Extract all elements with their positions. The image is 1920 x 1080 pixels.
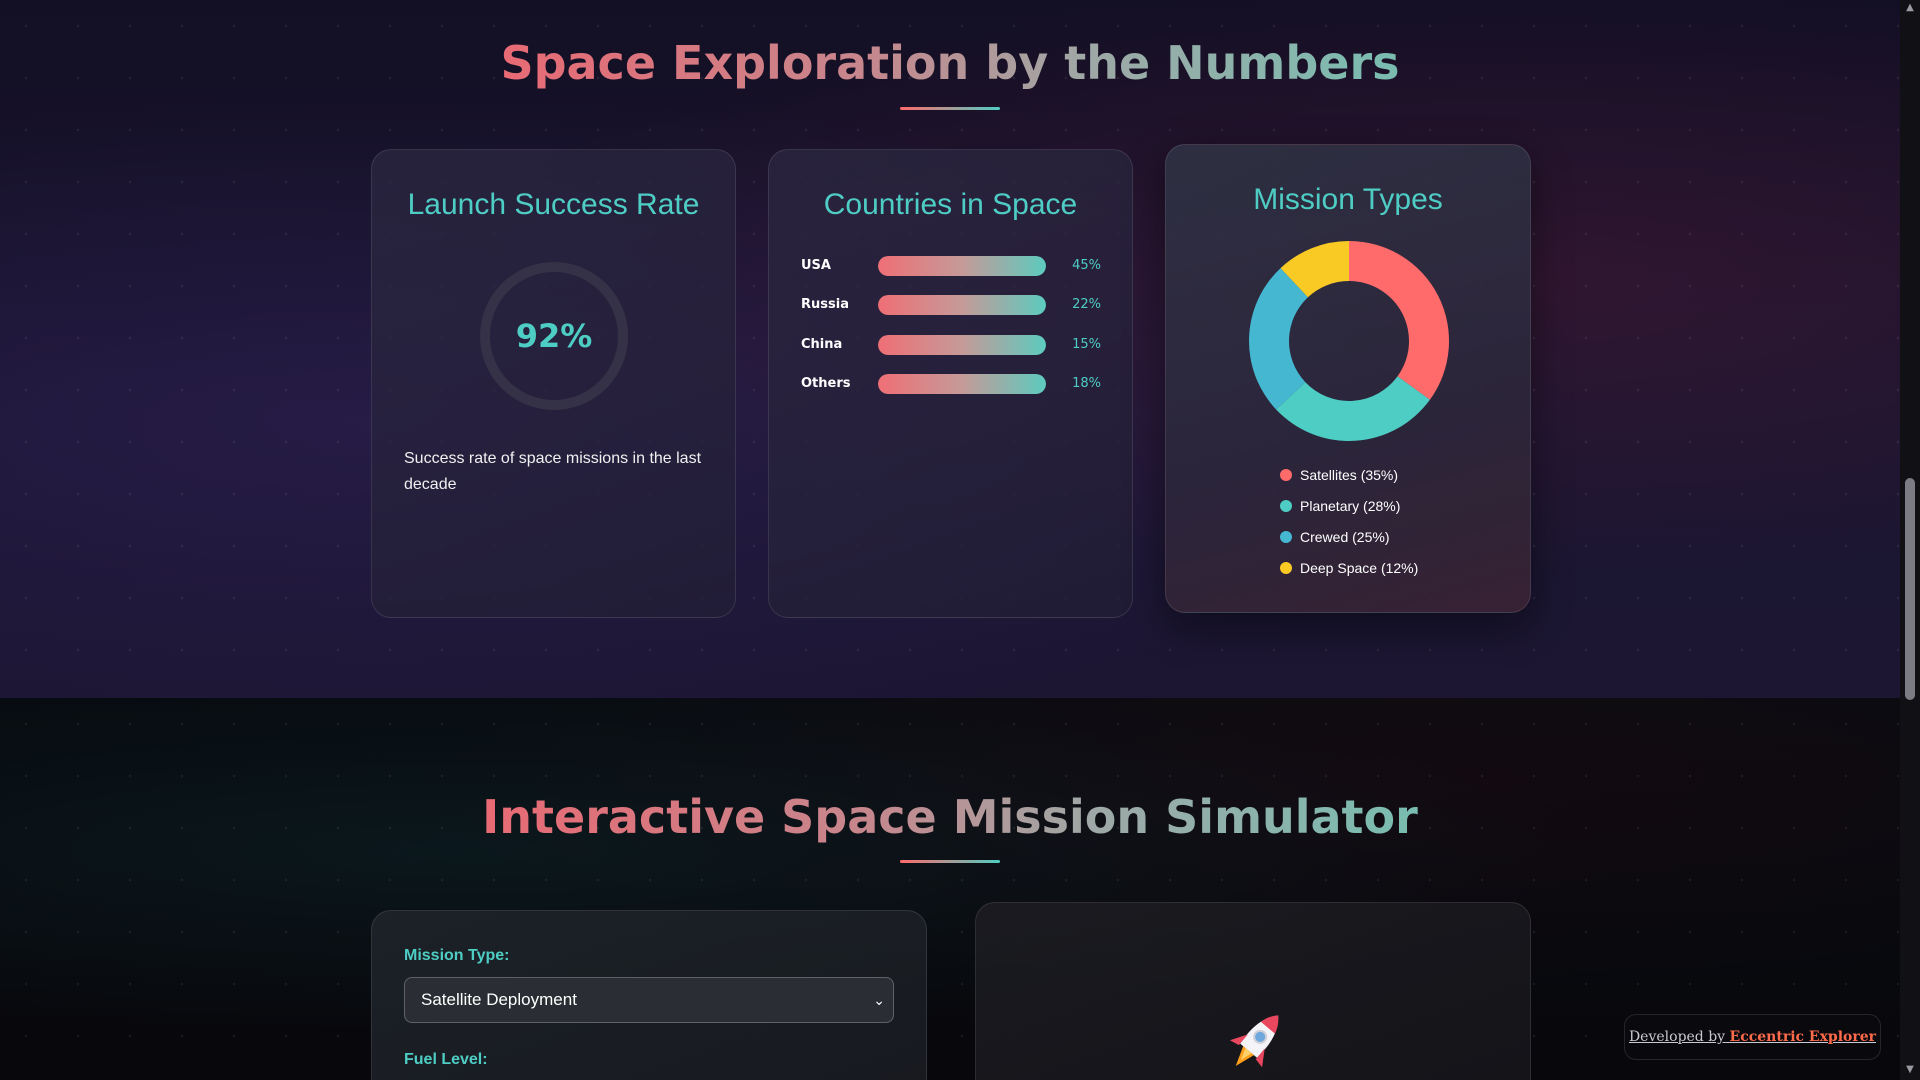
legend-label: Crewed (25%)	[1300, 529, 1390, 545]
country-row-usa: USA 45%	[801, 254, 1101, 278]
country-percent: 18%	[1072, 376, 1101, 391]
mission-visual-card	[975, 902, 1531, 1080]
card-description: Success rate of space missions in the la…	[404, 450, 702, 493]
rocket-icon	[1229, 1015, 1279, 1068]
stats-section-title-text: Space Exploration by the Numbers	[500, 36, 1400, 90]
country-bar-track	[878, 335, 1046, 355]
legend-label: Satellites (35%)	[1300, 467, 1399, 483]
country-label: USA	[801, 258, 831, 273]
countries-card: Countries in Space USA 45% Russia 22% Ch…	[768, 149, 1133, 618]
legend-item-crewed: Crewed (25%)	[1280, 529, 1389, 549]
mission-controls-card: Mission Type: Satellite Deployment ⌄ Fue…	[371, 910, 927, 1080]
page-scrollbar[interactable]: ▲ ▼	[1900, 0, 1920, 1080]
card-title: Countries in Space	[823, 188, 1078, 221]
title-underline	[900, 860, 1000, 863]
scroll-up-arrow[interactable]: ▲	[1904, 2, 1916, 14]
stats-section-title: Space Exploration by the Numbers	[0, 36, 1900, 90]
legend-dot	[1280, 531, 1292, 543]
legend-dot	[1280, 500, 1292, 512]
fuel-level-label: Fuel Level:	[404, 1051, 488, 1068]
country-bar-fill	[878, 295, 1046, 315]
legend-item-planetary: Planetary (28%)	[1280, 498, 1400, 518]
donut-slice-satellites	[1349, 241, 1449, 400]
country-percent: 45%	[1072, 258, 1101, 273]
country-percent: 22%	[1072, 297, 1101, 312]
country-label: Others	[801, 376, 851, 391]
legend-label: Planetary (28%)	[1300, 498, 1401, 514]
scrollbar-thumb[interactable]	[1905, 478, 1915, 700]
legend-item-deep-space: Deep Space (12%)	[1280, 560, 1418, 580]
country-label: China	[801, 337, 843, 352]
credit-brand: Eccentric Explorer	[1729, 1029, 1877, 1045]
success-rate-value: 92%	[515, 317, 593, 355]
country-percent: 15%	[1072, 337, 1101, 352]
developer-credit-link[interactable]: Developed by Eccentric Explorer	[1629, 1029, 1876, 1045]
legend-label: Deep Space (12%)	[1300, 560, 1419, 576]
chevron-down-icon: ⌄	[873, 992, 885, 1008]
legend-item-satellites: Satellites (35%)	[1280, 467, 1398, 487]
mission-type-label: Mission Type:	[404, 947, 510, 964]
mission-type-selected-value: Satellite Deployment	[421, 990, 577, 1009]
country-bar-fill	[878, 374, 1046, 394]
developer-credit-badge[interactable]: Developed by Eccentric Explorer	[1624, 1014, 1881, 1060]
title-underline	[900, 107, 1000, 110]
launch-success-card: Launch Success Rate 92% Success rate of …	[371, 149, 736, 618]
country-bar-track	[878, 295, 1046, 315]
mission-types-card: Mission Types Satellites (35%) Planetary…	[1165, 144, 1531, 613]
country-label: Russia	[801, 297, 849, 312]
country-row-russia: Russia 22%	[801, 293, 1101, 317]
card-title: Launch Success Rate	[407, 188, 700, 221]
country-row-china: China 15%	[801, 333, 1101, 357]
success-gauge: 92%	[480, 262, 628, 410]
simulator-section: Interactive Space Mission Simulator Miss…	[0, 698, 1900, 1080]
mission-types-donut-chart	[1249, 241, 1449, 441]
simulator-section-title: Interactive Space Mission Simulator	[0, 790, 1900, 844]
legend-dot	[1280, 469, 1292, 481]
legend-dot	[1280, 562, 1292, 574]
credit-prefix: Developed by	[1628, 1029, 1726, 1045]
mission-type-select[interactable]: Satellite Deployment ⌄	[404, 977, 894, 1023]
stats-section: Space Exploration by the Numbers Launch …	[0, 0, 1900, 698]
country-bar-fill	[878, 335, 1046, 355]
scroll-down-arrow[interactable]: ▼	[1904, 1064, 1916, 1076]
card-title: Mission Types	[1253, 183, 1443, 216]
country-row-others: Others 18%	[801, 372, 1101, 396]
country-bar-fill	[878, 256, 1046, 276]
country-bar-track	[878, 256, 1046, 276]
simulator-section-title-text: Interactive Space Mission Simulator	[482, 790, 1418, 844]
country-bar-track	[878, 374, 1046, 394]
